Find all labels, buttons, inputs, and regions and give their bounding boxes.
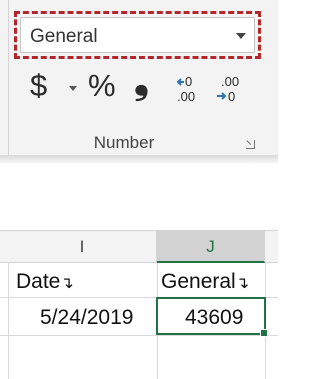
increase-decimal-button[interactable]: 0 .00 bbox=[175, 72, 207, 106]
column-header-i[interactable]: I bbox=[8, 231, 157, 263]
currency-dropdown-icon[interactable] bbox=[69, 86, 77, 91]
cell-i-value[interactable]: 5/24/2019 bbox=[40, 306, 133, 330]
svg-text:.00: .00 bbox=[177, 89, 195, 104]
dropdown-highlight bbox=[14, 11, 261, 59]
svg-text:0: 0 bbox=[185, 74, 192, 89]
ribbon-shadow bbox=[0, 155, 278, 163]
group-label: Number bbox=[93, 133, 155, 152]
cell-j-header[interactable]: General↴ bbox=[161, 270, 249, 294]
decrease-decimal-button[interactable]: .00 0 bbox=[215, 72, 249, 106]
increase-decimal-icon: 0 .00 bbox=[176, 74, 195, 104]
filter-icon[interactable]: ↴ bbox=[60, 275, 73, 292]
grid-line bbox=[8, 263, 9, 379]
column-header-row: I J bbox=[0, 230, 278, 263]
svg-text:0: 0 bbox=[228, 89, 235, 104]
active-cell-border bbox=[156, 297, 266, 335]
cell-i-header[interactable]: Date↴ bbox=[16, 270, 74, 294]
cell-j-header-text: General bbox=[161, 270, 236, 293]
comma-style-button[interactable]: ❟ bbox=[134, 60, 149, 103]
fill-handle[interactable] bbox=[260, 329, 268, 337]
column-header-j[interactable]: J bbox=[157, 231, 265, 263]
filter-icon[interactable]: ↴ bbox=[236, 275, 249, 292]
percent-style-button[interactable]: % bbox=[88, 68, 116, 104]
grid-line bbox=[0, 335, 278, 336]
currency-format-button[interactable]: $ bbox=[30, 68, 47, 104]
cell-i-header-text: Date bbox=[16, 270, 61, 293]
decrease-decimal-icon: .00 0 bbox=[217, 74, 239, 104]
svg-text:.00: .00 bbox=[221, 74, 239, 89]
